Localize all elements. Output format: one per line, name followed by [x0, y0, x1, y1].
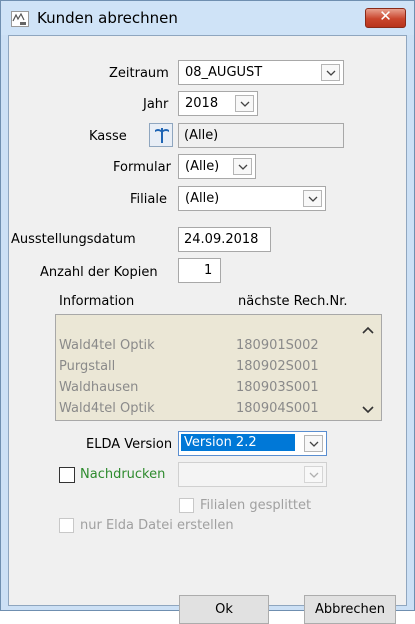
- chevron-down-icon[interactable]: [233, 158, 252, 175]
- list-item-nr: 180903S001: [236, 380, 319, 395]
- zeitraum-label: Zeitraum: [109, 66, 169, 81]
- filiale-label: Filiale: [130, 192, 167, 207]
- list-item[interactable]: Waldhausen 180903S001: [56, 378, 386, 399]
- ausstellungsdatum-value: 24.09.2018: [184, 232, 259, 247]
- nur-elda-checkbox[interactable]: [59, 518, 74, 533]
- chevron-down-icon[interactable]: [321, 64, 340, 81]
- scroll-down-icon[interactable]: [362, 403, 378, 417]
- dialog-window: Kunden abrechnen ✕ Zeitraum 08_AUGUST Ja…: [0, 0, 415, 624]
- list-item-info: Wald4tel Optik: [59, 401, 155, 416]
- jahr-value: 2018: [185, 96, 219, 111]
- kopien-input[interactable]: 1: [178, 258, 221, 283]
- column-header-rechnr[interactable]: nächste Rech.Nr.: [238, 294, 348, 309]
- ausstellungsdatum-label: Ausstellungsdatum: [11, 232, 136, 247]
- list-item[interactable]: Wald4tel Optik 180904S001: [56, 399, 386, 420]
- elda-version-label: ELDA Version: [86, 437, 173, 452]
- chevron-down-icon[interactable]: [303, 190, 322, 207]
- list-item-info: Purgstall: [59, 359, 116, 374]
- elda-version-select[interactable]: Version 2.2: [178, 431, 327, 456]
- ok-button[interactable]: Ok: [179, 595, 269, 624]
- abbrechen-button[interactable]: Abbrechen: [304, 595, 396, 624]
- list-item[interactable]: Purgstall 180902S001: [56, 357, 386, 378]
- chevron-down-icon[interactable]: [304, 435, 323, 452]
- filiale-select[interactable]: (Alle): [178, 186, 326, 211]
- title-bar[interactable]: Kunden abrechnen ✕: [1, 1, 414, 35]
- zeitraum-select[interactable]: 08_AUGUST: [178, 60, 344, 85]
- jahr-select[interactable]: 2018: [178, 91, 258, 116]
- kasse-value: (Alle): [184, 128, 219, 143]
- dialog-content: Zeitraum 08_AUGUST Jahr 2018 Kasse (Alle: [8, 35, 407, 624]
- caduceus-icon: [155, 128, 169, 143]
- ausstellungsdatum-input[interactable]: 24.09.2018: [178, 227, 271, 252]
- filiale-value: (Alle): [185, 191, 220, 206]
- list-item[interactable]: Wald4tel Optik 180901S002: [56, 336, 386, 357]
- formular-label: Formular: [113, 160, 171, 175]
- filialen-gesplittet-label: Filialen gesplittet: [200, 498, 312, 513]
- formular-select[interactable]: (Alle): [178, 154, 256, 179]
- nur-elda-label: nur Elda Datei erstellen: [80, 518, 234, 533]
- kasse-label: Kasse: [89, 129, 127, 144]
- kopien-value: 1: [204, 263, 213, 278]
- list-item-nr: 180904S001: [236, 401, 319, 416]
- zeitraum-value: 08_AUGUST: [185, 65, 263, 80]
- list-item-nr: 180901S002: [236, 338, 319, 353]
- formular-value: (Alle): [185, 159, 220, 174]
- scroll-up-icon[interactable]: [362, 323, 378, 337]
- jahr-label: Jahr: [143, 97, 169, 112]
- close-button[interactable]: ✕: [365, 7, 406, 28]
- list-item-info: Wald4tel Optik: [59, 338, 155, 353]
- nachdrucken-label: Nachdrucken: [80, 467, 166, 482]
- kasse-lookup-button[interactable]: [149, 123, 173, 147]
- chevron-down-icon: [304, 466, 323, 483]
- nachdrucken-checkbox[interactable]: [59, 467, 75, 483]
- list-item-info: Waldhausen: [59, 380, 139, 395]
- list-item-nr: 180902S001: [236, 359, 319, 374]
- nachdrucken-select: [178, 462, 327, 487]
- information-list[interactable]: Wald4tel Optik 180901S002 Purgstall 1809…: [55, 314, 382, 421]
- filialen-gesplittet-checkbox[interactable]: [179, 498, 194, 513]
- column-header-information[interactable]: Information: [59, 294, 134, 309]
- elda-version-value: Version 2.2: [181, 434, 295, 451]
- kopien-label: Anzahl der Kopien: [40, 265, 158, 280]
- app-logo-icon: [11, 11, 29, 27]
- window-title: Kunden abrechnen: [37, 9, 178, 27]
- chevron-down-icon[interactable]: [235, 95, 254, 112]
- kasse-field[interactable]: (Alle): [178, 123, 344, 148]
- close-x-icon: ✕: [379, 7, 392, 25]
